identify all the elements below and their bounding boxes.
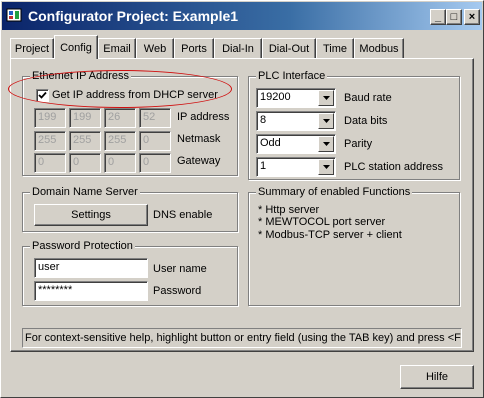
plc-group-label: PLC Interface xyxy=(256,70,328,82)
dns-enable-label: DNS enable xyxy=(153,209,213,221)
gateway-label: Gateway xyxy=(177,155,221,167)
ip-octet-1[interactable]: 199 xyxy=(34,108,66,128)
tab-project[interactable]: Project xyxy=(10,38,54,58)
title-bar[interactable]: Configurator Project: Example1 _ □ × xyxy=(2,2,482,30)
username-field[interactable]: user xyxy=(34,258,148,278)
chevron-down-icon[interactable] xyxy=(318,136,334,152)
tab-config[interactable]: Config xyxy=(54,35,98,59)
tab-modbus[interactable]: Modbus xyxy=(354,38,404,58)
username-label: User name xyxy=(153,263,207,275)
netmask-octet-1[interactable]: 255 xyxy=(34,131,66,151)
ip-octet-2[interactable]: 199 xyxy=(69,108,101,128)
password-label: Password xyxy=(153,285,202,297)
tab-web[interactable]: Web xyxy=(136,38,174,58)
gateway-octet-2[interactable]: 0 xyxy=(69,153,101,173)
summary-group-label: Summary of enabled Functions xyxy=(256,186,413,198)
dns-settings-button[interactable]: Settings xyxy=(34,204,148,226)
dhcp-label[interactable]: Get IP address from DHCP server xyxy=(52,89,218,101)
summary-item: * Http server xyxy=(258,204,320,216)
maximize-icon: □ xyxy=(450,10,458,23)
data-bits-label: Data bits xyxy=(344,115,388,127)
baud-rate-label: Baud rate xyxy=(344,92,392,104)
gateway-octet-4[interactable]: 0 xyxy=(139,153,171,173)
ethernet-group-label: Ethemet IP Address xyxy=(30,70,132,82)
ip-octet-3[interactable]: 26 xyxy=(104,108,136,128)
gateway-octet-1[interactable]: 0 xyxy=(34,153,66,173)
station-address-label: PLC station address xyxy=(344,161,444,173)
chevron-down-icon[interactable] xyxy=(318,159,334,175)
netmask-label: Netmask xyxy=(177,133,221,145)
summary-item: * Modbus-TCP server + client xyxy=(258,229,402,241)
close-button[interactable]: × xyxy=(464,9,480,25)
help-hint: For context-sensitive help, highlight bu… xyxy=(22,328,462,348)
data-bits-select[interactable]: 8 xyxy=(256,111,336,131)
minimize-icon: _ xyxy=(434,10,442,23)
summary-item: * MEWTOCOL port server xyxy=(258,216,386,228)
baud-rate-select[interactable]: 19200 xyxy=(256,88,336,108)
help-button[interactable]: Hilfe xyxy=(400,365,474,389)
tab-ports[interactable]: Ports xyxy=(174,38,214,58)
password-group-label: Password Protection xyxy=(30,240,135,252)
tab-dial-out[interactable]: Dial-Out xyxy=(262,38,316,58)
chevron-down-icon[interactable] xyxy=(318,90,334,106)
password-field[interactable]: ******** xyxy=(34,281,148,301)
netmask-octet-3[interactable]: 255 xyxy=(104,131,136,151)
window-title: Configurator Project: Example1 xyxy=(28,8,239,24)
checkmark-icon xyxy=(38,91,47,99)
minimize-button[interactable]: _ xyxy=(430,9,446,25)
tab-time[interactable]: Time xyxy=(316,38,354,58)
ip-address-label: IP address xyxy=(177,111,230,123)
tab-dial-in[interactable]: Dial-In xyxy=(214,38,262,58)
gateway-octet-3[interactable]: 0 xyxy=(104,153,136,173)
maximize-button[interactable]: □ xyxy=(446,9,462,25)
netmask-octet-4[interactable]: 0 xyxy=(139,131,171,151)
close-icon: × xyxy=(468,10,476,23)
dhcp-checkbox[interactable] xyxy=(36,89,49,102)
netmask-octet-2[interactable]: 255 xyxy=(69,131,101,151)
app-icon xyxy=(6,7,22,23)
station-address-select[interactable]: 1 xyxy=(256,157,336,177)
chevron-down-icon[interactable] xyxy=(318,113,334,129)
ip-octet-4[interactable]: 52 xyxy=(139,108,171,128)
dns-group-label: Domain Name Server xyxy=(30,186,140,198)
parity-select[interactable]: Odd xyxy=(256,134,336,154)
tab-email[interactable]: Email xyxy=(98,38,136,58)
parity-label: Parity xyxy=(344,138,373,150)
